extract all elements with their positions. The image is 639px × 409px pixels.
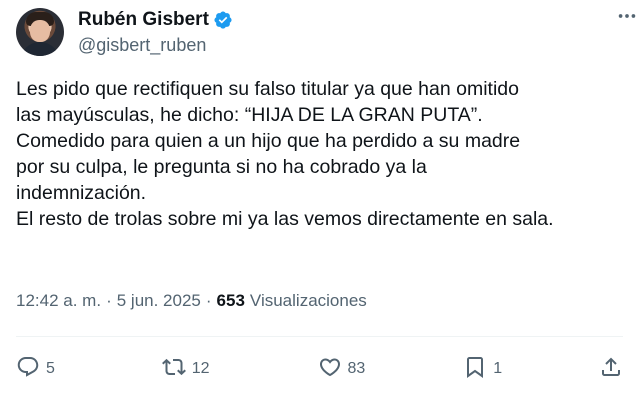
name-row: Rubén Gisbert xyxy=(78,9,233,31)
tweet-line: Les pido que rectifiquen su falso titula… xyxy=(16,78,519,100)
share-button[interactable] xyxy=(599,355,623,384)
bookmark-button[interactable]: 1 xyxy=(463,355,563,384)
tweet-line: Comedido para quien a un hijo que ha per… xyxy=(16,130,521,152)
tweet-time[interactable]: 12:42 a. m. xyxy=(16,291,101,311)
share-icon xyxy=(599,355,623,384)
tweet-line: las mayúsculas, he dicho: “HIJA DE LA GR… xyxy=(16,104,483,126)
tweet-date[interactable]: 5 jun. 2025 xyxy=(117,291,201,311)
views-label[interactable]: Visualizaciones xyxy=(250,291,367,311)
bookmark-count: 1 xyxy=(493,360,503,377)
like-count: 83 xyxy=(347,360,366,377)
like-button[interactable]: 83 xyxy=(318,355,428,384)
avatar[interactable] xyxy=(16,8,64,56)
reply-count: 5 xyxy=(46,360,55,377)
more-icon xyxy=(616,5,638,32)
tweet-text: Les pido que rectifiquen su falso titula… xyxy=(16,76,636,232)
reply-icon xyxy=(16,355,40,384)
tweet-line: por su culpa, le pregunta si no ha cobra… xyxy=(16,156,427,178)
avatar-shirt xyxy=(20,42,60,56)
bookmark-icon xyxy=(463,355,487,384)
author-names: Rubén Gisbert @gisbert_ruben xyxy=(78,9,233,56)
verified-icon[interactable] xyxy=(213,10,233,30)
tweet-meta: 12:42 a. m. · 5 jun. 2025 · 653 Visualiz… xyxy=(16,291,367,311)
avatar-face xyxy=(30,20,50,42)
repost-icon xyxy=(161,355,186,384)
tweet-card: Rubén Gisbert @gisbert_ruben Les pido qu… xyxy=(0,0,639,409)
divider xyxy=(16,336,623,337)
meta-separator: · xyxy=(205,291,212,310)
more-options-button[interactable] xyxy=(615,6,639,30)
like-icon xyxy=(318,355,342,384)
author-handle[interactable]: @gisbert_ruben xyxy=(78,35,233,56)
tweet-header: Rubén Gisbert @gisbert_ruben xyxy=(16,6,623,62)
reply-button[interactable]: 5 xyxy=(16,355,126,384)
action-bar: 5 12 83 1 xyxy=(16,355,623,383)
views-count[interactable]: 653 xyxy=(217,291,245,311)
repost-count: 12 xyxy=(191,360,210,377)
display-name[interactable]: Rubén Gisbert xyxy=(78,9,209,31)
repost-button[interactable]: 12 xyxy=(161,355,282,384)
tweet-line: indemnización. xyxy=(16,182,147,204)
tweet-line: El resto de trolas sobre mi ya las vemos… xyxy=(16,208,554,230)
meta-separator: · xyxy=(106,291,112,310)
